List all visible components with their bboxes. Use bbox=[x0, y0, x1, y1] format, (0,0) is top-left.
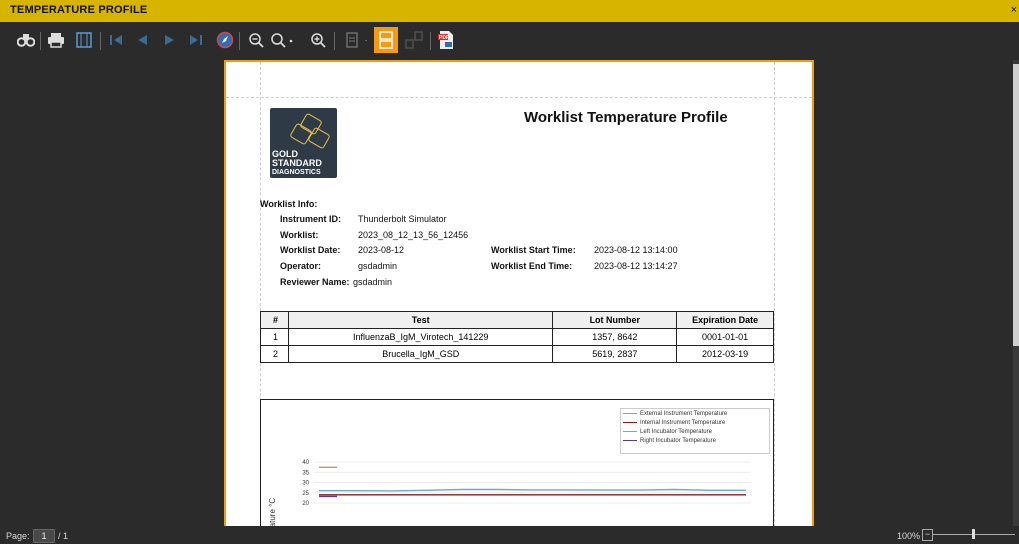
row-expiration-date: 0001-01-01 bbox=[676, 328, 774, 346]
print-icon[interactable] bbox=[44, 27, 68, 53]
multi-page-icon[interactable] bbox=[374, 27, 398, 53]
series-line bbox=[319, 488, 746, 492]
operator-value: gsdadmin bbox=[358, 261, 398, 271]
end-time-value: 2023-08-12 13:14:27 bbox=[594, 261, 678, 271]
instrument-id-label: Instrument ID: bbox=[280, 214, 342, 224]
page-label: Page: bbox=[6, 531, 30, 541]
worklist-info-label: Worklist Info: bbox=[260, 199, 318, 209]
single-page-icon[interactable] bbox=[340, 27, 364, 53]
y-tick-label: 30 bbox=[302, 481, 309, 487]
worklist-value: 2023_08_12_13_56_12456 bbox=[358, 230, 469, 240]
y-tick-label: 40 bbox=[302, 460, 309, 466]
export-pdf-icon[interactable]: PDF bbox=[434, 27, 458, 53]
row-lot-number: 1357, 8642 bbox=[552, 328, 678, 346]
reviewer-value: gsdadmin bbox=[353, 277, 393, 287]
row-number: 2 bbox=[260, 345, 289, 363]
zoom-dropdown-icon[interactable] bbox=[270, 27, 294, 53]
row-test: Brucella_IgM_GSD bbox=[287, 345, 554, 363]
watermark-icon[interactable] bbox=[402, 27, 426, 53]
window-titlebar: TEMPERATURE PROFILE × bbox=[0, 0, 1019, 22]
y-axis-label: rature °C bbox=[268, 498, 277, 526]
last-page-icon[interactable] bbox=[184, 27, 208, 53]
temperature-chart: External Instrument Temperature Internal… bbox=[260, 399, 774, 526]
row-lot-number: 5619, 2837 bbox=[552, 345, 678, 363]
page-number-input[interactable]: 1 bbox=[33, 529, 55, 543]
header-expiration-date: Expiration Date bbox=[676, 311, 774, 329]
zoom-level: 100% bbox=[897, 531, 921, 541]
reviewer-label: Reviewer Name: bbox=[280, 277, 350, 287]
report-page: GOLD STANDARD DIAGNOSTICS Worklist Tempe… bbox=[224, 60, 814, 526]
zoom-minus-button[interactable]: − bbox=[922, 529, 933, 541]
start-time-label: Worklist Start Time: bbox=[491, 245, 576, 255]
operator-label: Operator: bbox=[280, 261, 322, 271]
svg-text:PDF: PDF bbox=[439, 35, 449, 41]
instrument-id-value: Thunderbolt Simulator bbox=[358, 214, 447, 224]
table-row: 1 InfluenzaB_IgM_Virotech_141229 1357, 8… bbox=[260, 328, 774, 346]
zoom-slider-track[interactable] bbox=[925, 534, 1015, 535]
row-expiration-date: 2012-03-19 bbox=[676, 345, 774, 363]
worklist-label: Worklist: bbox=[280, 230, 319, 240]
y-tick-label: 20 bbox=[302, 501, 309, 507]
zoom-in-icon[interactable] bbox=[306, 27, 330, 53]
first-page-icon[interactable] bbox=[104, 27, 128, 53]
y-tick-label: 25 bbox=[302, 491, 309, 497]
row-number: 1 bbox=[260, 328, 289, 346]
y-tick-label: 35 bbox=[302, 470, 309, 476]
header-lot-number: Lot Number bbox=[552, 311, 678, 329]
worklist-date-value: 2023-08-12 bbox=[358, 245, 405, 255]
report-viewer[interactable]: GOLD STANDARD DIAGNOSTICS Worklist Tempe… bbox=[0, 60, 1013, 526]
next-page-icon[interactable] bbox=[158, 27, 182, 53]
prev-page-icon[interactable] bbox=[130, 27, 154, 53]
page-mode-dropdown-icon[interactable]: · bbox=[362, 27, 370, 53]
vertical-scrollbar[interactable] bbox=[1013, 60, 1019, 526]
status-bar: Page: 1 / 1 100% − bbox=[0, 526, 1019, 544]
header-number: # bbox=[260, 311, 289, 329]
chart-plot: 40 35 30 25 20 rature °C bbox=[268, 460, 751, 526]
zoom-slider-knob[interactable] bbox=[972, 529, 975, 539]
navigate-icon[interactable] bbox=[213, 27, 237, 53]
table-row: 2 Brucella_IgM_GSD 5619, 2837 2012-03-19 bbox=[260, 345, 774, 363]
scrollbar-thumb[interactable] bbox=[1013, 64, 1019, 346]
company-logo: GOLD STANDARD DIAGNOSTICS bbox=[270, 108, 337, 178]
worklist-date-label: Worklist Date: bbox=[280, 245, 341, 255]
binoculars-icon[interactable] bbox=[14, 27, 38, 53]
end-time-label: Worklist End Time: bbox=[491, 261, 573, 271]
report-toolbar: · PDF bbox=[0, 22, 1019, 60]
page-total: / 1 bbox=[58, 531, 69, 541]
start-time-value: 2023-08-12 13:14:00 bbox=[594, 245, 678, 255]
table-header-row: # Test Lot Number Expiration Date bbox=[260, 311, 774, 329]
page-setup-icon[interactable] bbox=[72, 27, 96, 53]
report-title: Worklist Temperature Profile bbox=[524, 109, 728, 126]
zoom-out-icon[interactable] bbox=[244, 27, 268, 53]
header-test: Test bbox=[287, 311, 554, 329]
row-test: InfluenzaB_IgM_Virotech_141229 bbox=[287, 328, 554, 346]
close-icon[interactable]: × bbox=[1011, 4, 1017, 16]
tests-table: # Test Lot Number Expiration Date 1 Infl… bbox=[260, 311, 774, 363]
window-title: TEMPERATURE PROFILE bbox=[10, 4, 148, 16]
